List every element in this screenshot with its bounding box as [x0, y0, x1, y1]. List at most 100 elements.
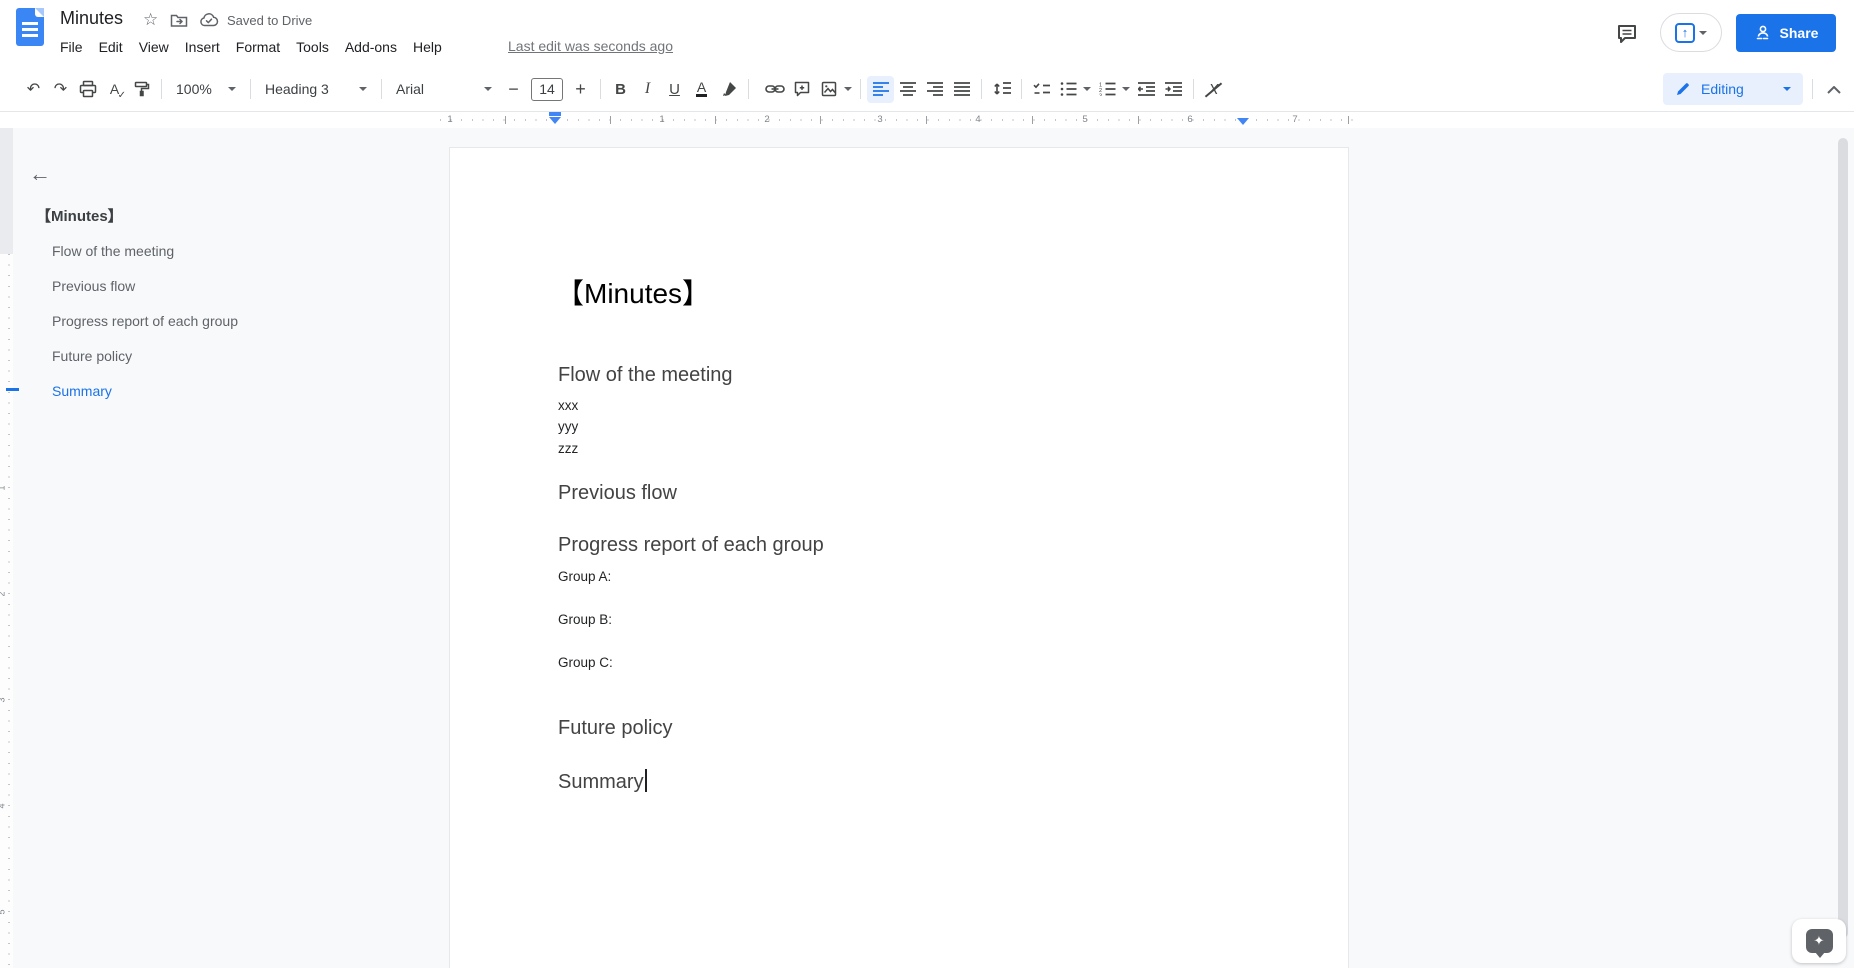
line-spacing-button[interactable]: [988, 76, 1015, 103]
increase-indent-button[interactable]: [1160, 76, 1187, 103]
print-button[interactable]: [74, 76, 101, 103]
outline-item-future-policy[interactable]: Future policy: [52, 348, 132, 364]
menu-format[interactable]: Format: [228, 37, 288, 57]
ruler-half-tick: [1138, 116, 1139, 124]
highlight-color-button[interactable]: [715, 76, 742, 103]
doc-paragraph[interactable]: zzz: [558, 441, 578, 456]
move-folder-icon[interactable]: [170, 12, 188, 28]
add-comment-button[interactable]: [788, 76, 815, 103]
align-left-button[interactable]: [867, 75, 894, 103]
divider: [981, 79, 982, 99]
explore-star-icon: ✦: [1805, 929, 1833, 958]
clear-formatting-button[interactable]: X: [1200, 76, 1227, 103]
share-button[interactable]: Share: [1736, 14, 1836, 52]
insert-image-button[interactable]: [815, 76, 842, 103]
ruler-number: 1: [0, 485, 7, 490]
justify-button[interactable]: [948, 76, 975, 103]
font-select[interactable]: Arial: [388, 76, 500, 103]
zoom-select[interactable]: 100%: [168, 76, 244, 103]
outline-item-progress-report[interactable]: Progress report of each group: [52, 313, 238, 329]
underline-button[interactable]: U: [661, 76, 688, 103]
outline-item-previous-flow[interactable]: Previous flow: [52, 278, 135, 294]
close-outline-button[interactable]: ←: [24, 158, 56, 190]
text-color-button[interactable]: A: [688, 76, 715, 103]
bulleted-list-button[interactable]: [1055, 76, 1082, 103]
ruler-number: 4: [0, 803, 7, 808]
first-line-indent-marker[interactable]: [549, 112, 561, 116]
hide-menus-button[interactable]: [1822, 80, 1846, 100]
spellcheck-button[interactable]: A ✓: [101, 76, 128, 103]
logo-fold: [35, 8, 44, 17]
document-page[interactable]: [450, 148, 1348, 968]
paint-format-button[interactable]: [128, 76, 155, 103]
ruler-half-tick: [1032, 116, 1033, 124]
text-cursor: [644, 769, 647, 792]
star-icon[interactable]: ☆: [143, 11, 158, 29]
ruler-number: 6: [1187, 114, 1193, 125]
insert-link-button[interactable]: [761, 76, 788, 103]
vertical-ruler[interactable]: 1 2 3 4 5 6: [0, 128, 13, 968]
doc-paragraph[interactable]: Group A:: [558, 569, 611, 584]
menu-insert[interactable]: Insert: [177, 37, 228, 57]
bold-button[interactable]: B: [607, 76, 634, 103]
header: Minutes ☆ Saved to Drive File Edit View …: [0, 0, 1854, 66]
horizontal-ruler[interactable]: 1 1 2 3 4 5 6 7: [0, 112, 1854, 128]
image-caret-icon[interactable]: [844, 87, 852, 95]
font-size-input[interactable]: 14: [531, 77, 563, 101]
menu-addons[interactable]: Add-ons: [337, 37, 405, 57]
numbered-list-caret-icon[interactable]: [1122, 87, 1130, 95]
saved-status[interactable]: Saved to Drive: [227, 13, 312, 28]
outline-item-flow[interactable]: Flow of the meeting: [52, 243, 174, 259]
doc-paragraph[interactable]: Group B:: [558, 612, 612, 627]
menu-view[interactable]: View: [131, 37, 177, 57]
present-button[interactable]: ↑: [1660, 13, 1722, 52]
right-indent-marker[interactable]: [1237, 118, 1249, 125]
decrease-font-size-button[interactable]: −: [500, 76, 527, 103]
decrease-indent-button[interactable]: [1133, 76, 1160, 103]
mode-select[interactable]: Editing: [1663, 73, 1803, 105]
doc-paragraph[interactable]: xxx: [558, 398, 578, 413]
left-indent-marker[interactable]: [549, 112, 561, 127]
menu-file[interactable]: File: [52, 37, 91, 57]
ruler-number: 4: [975, 114, 981, 125]
doc-heading-progress-report[interactable]: Progress report of each group: [558, 534, 824, 557]
align-right-button[interactable]: [921, 76, 948, 103]
doc-paragraph[interactable]: Group C:: [558, 655, 613, 670]
doc-heading-summary[interactable]: Summary: [558, 769, 647, 794]
text-color-letter: A: [695, 79, 708, 97]
menu-help[interactable]: Help: [405, 37, 450, 57]
paragraph-style-select[interactable]: Heading 3: [257, 76, 375, 103]
menu-edit[interactable]: Edit: [91, 37, 131, 57]
document-title[interactable]: Minutes: [60, 8, 123, 29]
redo-button[interactable]: ↷: [47, 76, 74, 103]
menu-bar: File Edit View Insert Format Tools Add-o…: [52, 35, 450, 59]
google-docs-logo-icon[interactable]: [16, 8, 44, 46]
saved-cloud-check-icon[interactable]: [199, 12, 219, 28]
bulleted-list-caret-icon[interactable]: [1083, 87, 1091, 95]
open-comments-icon[interactable]: [1612, 19, 1642, 49]
doc-heading-title[interactable]: 【Minutes】: [556, 272, 710, 312]
doc-heading-future-policy[interactable]: Future policy: [558, 717, 673, 740]
explore-button[interactable]: ✦: [1792, 919, 1846, 963]
divider: [381, 79, 382, 99]
doc-paragraph[interactable]: yyy: [558, 419, 578, 434]
share-label: Share: [1779, 25, 1819, 41]
checklist-button[interactable]: [1028, 76, 1055, 103]
ruler-number: 2: [764, 114, 770, 125]
divider: [1021, 79, 1022, 99]
numbered-list-button[interactable]: 1 2 3: [1094, 76, 1121, 103]
menu-tools[interactable]: Tools: [288, 37, 337, 57]
style-caret-icon: [359, 87, 367, 95]
align-center-button[interactable]: [894, 76, 921, 103]
doc-heading-previous-flow[interactable]: Previous flow: [558, 482, 677, 505]
ruler-number: 7: [1292, 114, 1298, 125]
outline-item-summary[interactable]: Summary: [52, 383, 112, 399]
svg-text:3: 3: [1099, 93, 1102, 96]
vertical-scrollbar[interactable]: [1838, 138, 1848, 938]
doc-heading-flow[interactable]: Flow of the meeting: [558, 364, 733, 387]
increase-font-size-button[interactable]: +: [567, 76, 594, 103]
outline-item-title[interactable]: 【Minutes】: [36, 205, 123, 226]
undo-button[interactable]: ↶: [20, 76, 47, 103]
italic-button[interactable]: I: [634, 76, 661, 103]
last-edit-link[interactable]: Last edit was seconds ago: [508, 38, 673, 54]
